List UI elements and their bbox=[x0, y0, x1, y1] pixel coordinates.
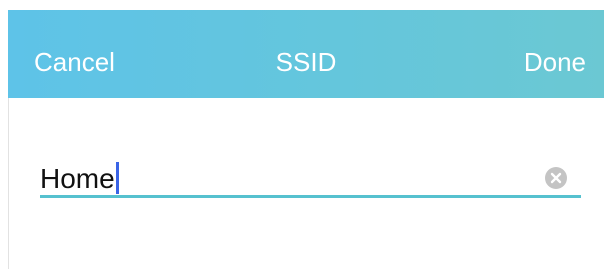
clear-circle-x-icon bbox=[550, 172, 562, 184]
ssid-input-value: Home bbox=[40, 163, 115, 194]
ssid-edit-screen: Cancel SSID Done Home bbox=[0, 0, 604, 269]
ssid-input-field[interactable]: Home bbox=[40, 158, 581, 198]
text-caret bbox=[115, 162, 119, 194]
navigation-bar: Cancel SSID Done bbox=[8, 10, 604, 98]
ssid-input-text[interactable]: Home bbox=[40, 162, 119, 196]
clear-text-button[interactable] bbox=[545, 167, 567, 189]
done-button[interactable]: Done bbox=[524, 10, 586, 98]
left-divider bbox=[8, 98, 9, 269]
top-margin bbox=[0, 0, 604, 10]
input-underline bbox=[40, 195, 581, 198]
page-title: SSID bbox=[275, 47, 337, 77]
